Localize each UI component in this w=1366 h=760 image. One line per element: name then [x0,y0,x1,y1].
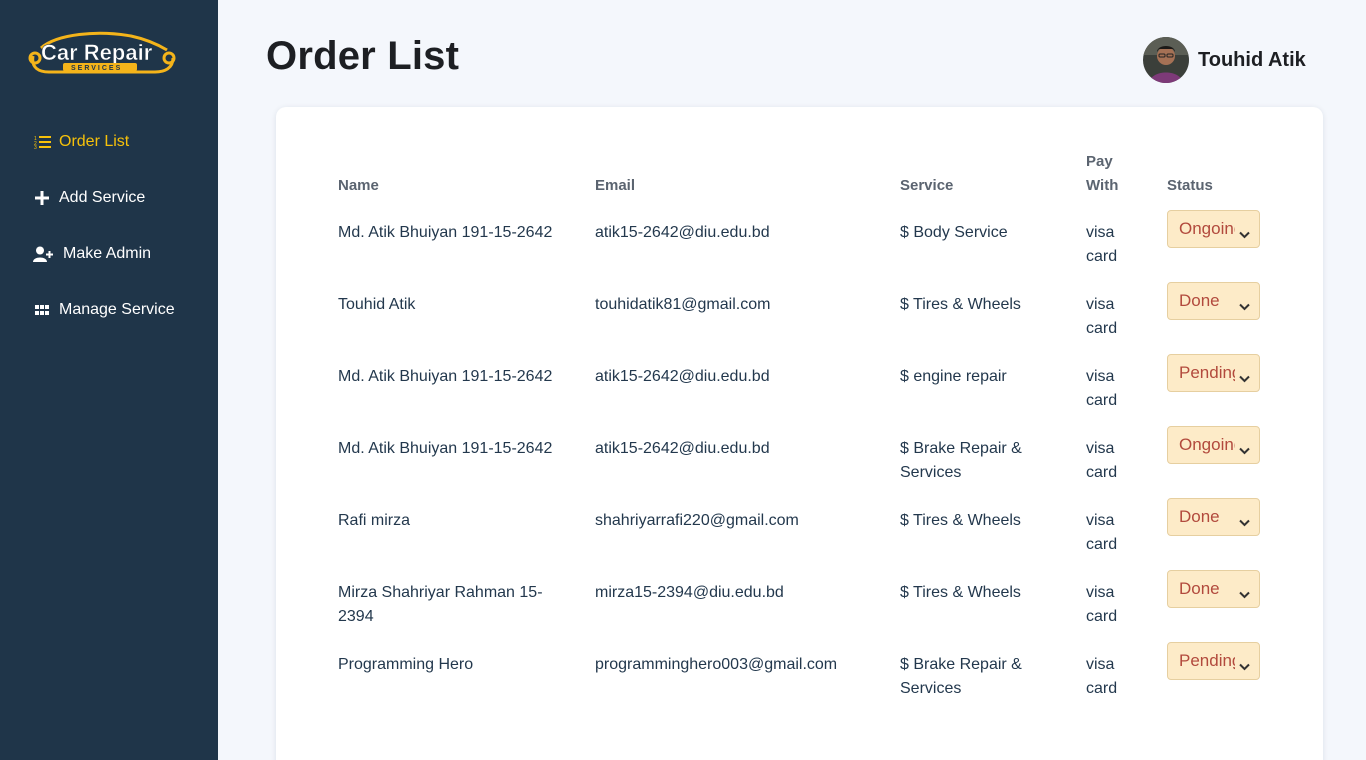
chevron-down-icon [1239,512,1250,532]
grid-icon [33,301,51,319]
cell-name: Md. Atik Bhuiyan 191-15-2642 [338,368,553,385]
cell-pay-with: visa card [1086,221,1117,269]
car-repair-logo[interactable]: Car Repair SERVICES [27,28,177,82]
cell-email: shahriyarrafi220@gmail.com [595,512,799,529]
status-value: Done [1179,579,1220,598]
cell-service: $ engine repair [900,368,1007,385]
cell-email: mirza15-2394@diu.edu.bd [595,584,784,601]
column-header-service: Service [900,177,954,194]
sidebar-item-manage-service[interactable]: Manage Service [0,282,218,338]
cell-name: Rafi mirza [338,512,411,529]
status-select[interactable]: Ongoing [1167,210,1260,248]
pay-method-line1: visa [1086,224,1115,241]
pay-method-line2: card [1086,248,1118,265]
user-profile[interactable]: Touhid Atik [1143,37,1306,83]
cell-email: atik15-2642@diu.edu.bd [595,224,770,241]
column-header-pay-with: Pay With [1086,150,1118,198]
chevron-down-icon [1239,224,1250,244]
pay-method-line1: visa [1086,368,1115,385]
column-header-name: Name [338,177,379,194]
cell-name: Mirza Shahriyar Rahman 15-2394 [338,584,543,625]
cell-name: Programming Hero [338,656,474,673]
cell-pay-with: visa card [1086,653,1117,701]
status-value: Pending [1179,651,1235,670]
cell-service: $ Tires & Wheels [900,584,1021,601]
pay-method-line2: card [1086,392,1118,409]
column-header-email: Email [595,177,636,194]
chevron-down-icon [1239,296,1250,316]
sidebar-item-order-list[interactable]: 1 2 3 Order List [0,114,218,170]
avatar[interactable] [1143,37,1189,83]
chevron-down-icon [1239,584,1250,604]
pay-method-line2: card [1086,320,1118,337]
status-select[interactable]: Done [1167,498,1260,536]
pay-method-line2: card [1086,608,1118,625]
cell-pay-with: visa card [1086,365,1117,413]
page-title: Order List [266,34,460,78]
cell-pay-with: visa card [1086,437,1117,485]
status-value: Done [1179,291,1220,310]
cell-pay-with: visa card [1086,509,1117,557]
pay-method-line1: visa [1086,656,1115,673]
svg-text:Car Repair: Car Repair [41,40,153,65]
status-select[interactable]: Ongoing [1167,426,1260,464]
status-select[interactable]: Pending [1167,354,1260,392]
list-icon: 1 2 3 [33,133,51,151]
sidebar-item-label: Add Service [59,189,146,206]
order-table-card: Name Email Service Pay With Status Md. A… [276,107,1323,760]
column-header-status: Status [1167,177,1213,194]
pay-method-line2: card [1086,680,1118,697]
cell-name: Md. Atik Bhuiyan 191-15-2642 [338,440,553,457]
status-value: Ongoing [1179,219,1235,238]
cell-service: $ Body Service [900,224,1008,241]
status-value: Done [1179,507,1220,526]
cell-service: $ Brake Repair & Services [900,656,1022,697]
sidebar-item-add-service[interactable]: Add Service [0,170,218,226]
cell-name: Touhid Atik [338,296,416,313]
pay-method-line1: visa [1086,512,1115,529]
sidebar: Car Repair SERVICES 1 2 3 Order List Add… [0,0,218,760]
cell-email: atik15-2642@diu.edu.bd [595,440,770,457]
column-header-pay-line1: Pay [1086,153,1113,170]
sidebar-item-make-admin[interactable]: Make Admin [0,226,218,282]
cell-pay-with: visa card [1086,581,1117,629]
status-select[interactable]: Done [1167,282,1260,320]
column-header-pay-line2: With [1086,177,1119,194]
chevron-down-icon [1239,656,1250,676]
pay-method-line1: visa [1086,296,1115,313]
svg-text:3: 3 [34,145,37,149]
status-select[interactable]: Pending [1167,642,1260,680]
cell-service: $ Brake Repair & Services [900,440,1022,481]
cell-service: $ Tires & Wheels [900,512,1021,529]
cell-name: Md. Atik Bhuiyan 191-15-2642 [338,224,553,241]
cell-email: atik15-2642@diu.edu.bd [595,368,770,385]
pay-method-line1: visa [1086,440,1115,457]
cell-email: touhidatik81@gmail.com [595,296,771,313]
user-name: Touhid Atik [1198,48,1306,71]
chevron-down-icon [1239,440,1250,460]
svg-text:SERVICES: SERVICES [71,65,122,72]
pay-method-line1: visa [1086,584,1115,601]
cell-service: $ Tires & Wheels [900,296,1021,313]
status-value: Pending [1179,363,1235,382]
cell-pay-with: visa card [1086,293,1117,341]
cell-email: programminghero003@gmail.com [595,656,838,673]
chevron-down-icon [1239,368,1250,388]
status-select[interactable]: Done [1167,570,1260,608]
sidebar-item-label: Manage Service [59,301,175,318]
pay-method-line2: card [1086,536,1118,553]
sidebar-item-label: Order List [59,133,130,150]
sidebar-item-label: Make Admin [63,245,152,262]
status-value: Ongoing [1179,435,1235,454]
user-plus-icon [33,245,55,263]
pay-method-line2: card [1086,464,1118,481]
sidebar-nav: 1 2 3 Order List Add Service Make Admin … [0,114,218,338]
plus-icon [33,189,51,207]
